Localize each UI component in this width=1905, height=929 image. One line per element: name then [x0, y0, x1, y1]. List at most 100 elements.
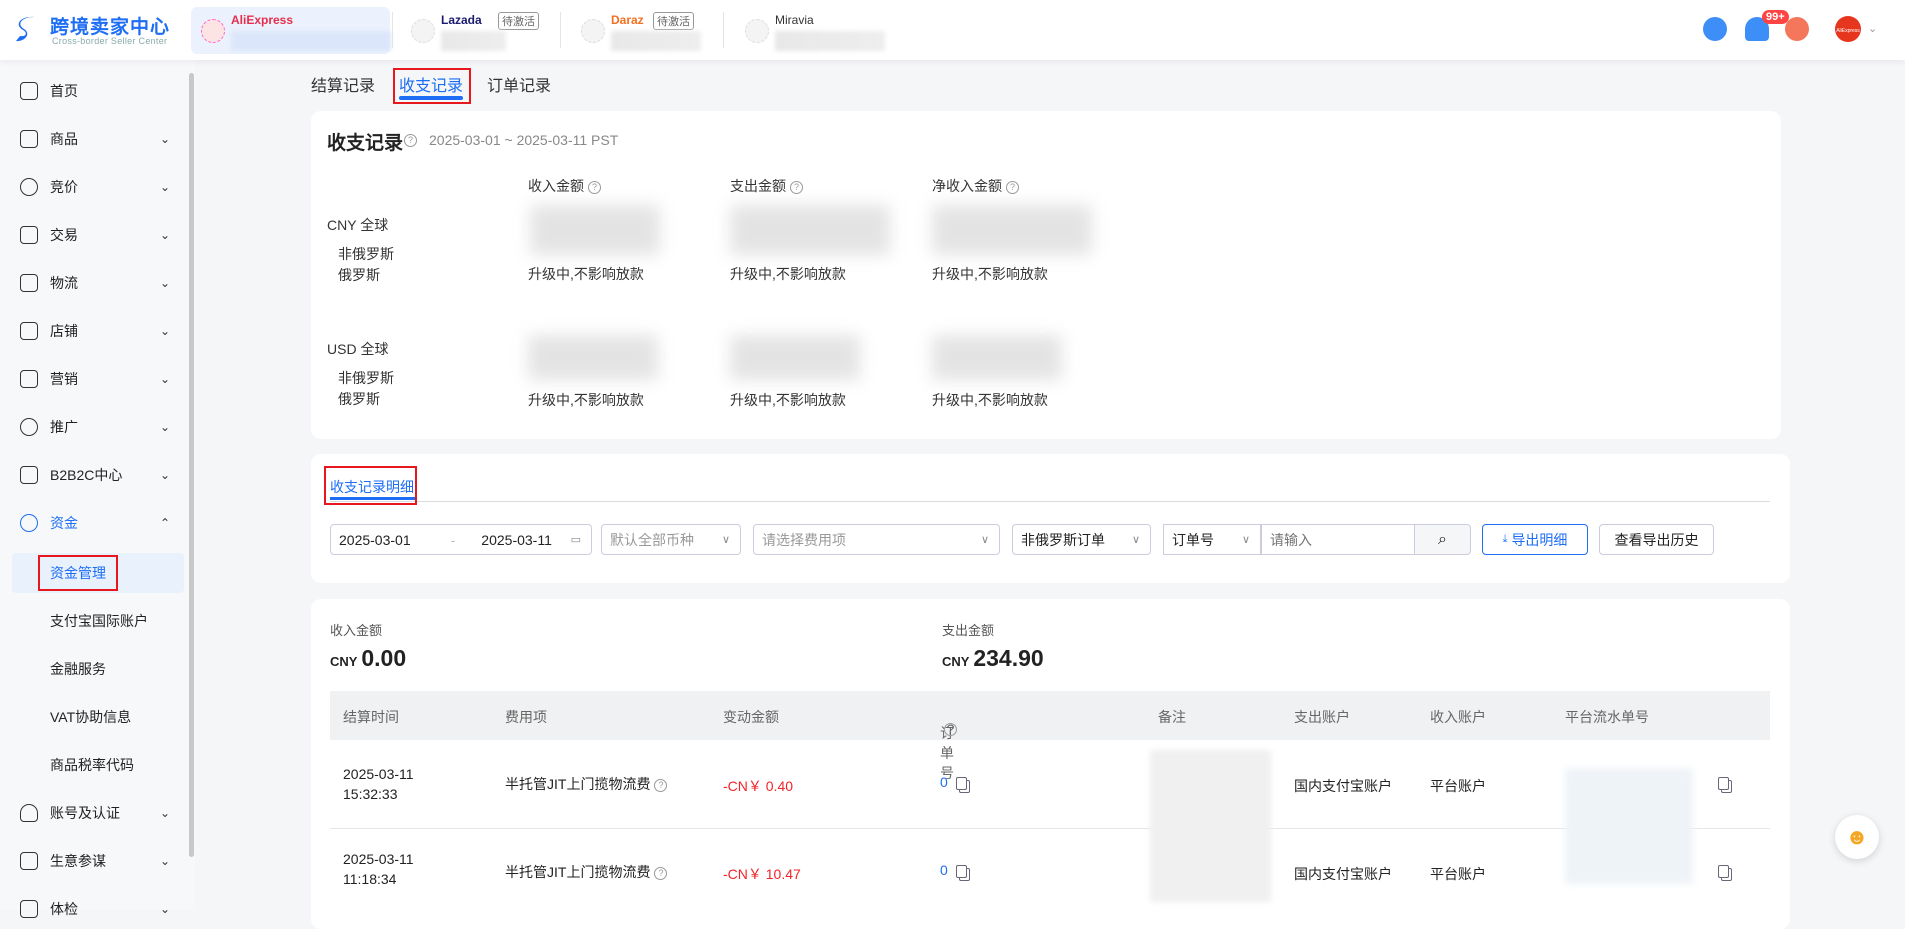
label: 首页: [50, 83, 78, 99]
shop-account-blurred: [441, 31, 506, 51]
chevron-down-icon: ⌄: [160, 324, 171, 338]
col-expense: 支出金额?: [730, 176, 803, 196]
payout-account: 国内支付宝账户: [1294, 778, 1392, 794]
shop-account-blurred: [775, 31, 885, 51]
header-cell: 支出账户: [1294, 709, 1350, 725]
tab-settlement[interactable]: 结算记录: [311, 72, 375, 96]
table-row: 2025-03-11 15:32:33 半托管JIT上门揽物流费? -CN￥ 0.…: [330, 740, 1770, 829]
status-text: 升级中,不影响放款: [528, 266, 644, 282]
value: 0.00: [361, 645, 407, 671]
header-cell: 平台流水单号: [1565, 709, 1649, 725]
copy-icon[interactable]: [1718, 776, 1729, 790]
help-icon[interactable]: ?: [944, 722, 957, 736]
sidebar-item-finance[interactable]: 金融服务: [0, 649, 190, 689]
value: 234.90: [973, 645, 1044, 671]
shop-name: AliExpress: [231, 13, 294, 27]
shop-aliexpress[interactable]: AliExpress: [191, 7, 391, 54]
shop-lazada[interactable]: Lazada 待激活: [401, 7, 561, 54]
shop-miravia[interactable]: Miravia: [735, 7, 895, 54]
highlight-box: [38, 555, 118, 591]
income-account: 平台账户: [1430, 866, 1486, 882]
sidebar-item-vat[interactable]: VAT协助信息: [0, 697, 190, 737]
highlight-box: [324, 466, 417, 505]
region-select[interactable]: 非俄罗斯订单 ∨: [1012, 524, 1151, 555]
placeholder: 请选择费用项: [762, 531, 846, 548]
sidebar-item-checkup[interactable]: 体检 ⌄: [0, 889, 190, 929]
shop-daraz[interactable]: Daraz 待激活: [571, 7, 731, 54]
label: 店铺: [50, 323, 78, 339]
sidebar-item-promotion[interactable]: 推广 ⌄: [0, 407, 190, 447]
assistant-bot-icon[interactable]: ☻: [1835, 815, 1879, 859]
sidebar-item-store[interactable]: 店铺 ⌄: [0, 311, 190, 351]
sidebar-item-analytics[interactable]: 生意参谋 ⌄: [0, 841, 190, 881]
sidebar-item-tax-code[interactable]: 商品税率代码: [0, 745, 190, 785]
sidebar-item-trade[interactable]: 交易 ⌄: [0, 215, 190, 255]
copy-icon[interactable]: [955, 776, 967, 790]
date-range-picker[interactable]: 2025-03-01 - 2025-03-11 ▭: [330, 524, 592, 555]
sidebar-item-account[interactable]: 账号及认证 ⌄: [0, 793, 190, 833]
label: 商品税率代码: [50, 757, 134, 773]
sidebar-item-products[interactable]: 商品 ⌄: [0, 119, 190, 159]
copy-icon[interactable]: [955, 864, 967, 878]
chevron-down-icon[interactable]: ⌄: [1868, 22, 1877, 35]
chevron-up-icon: ⌃: [160, 516, 171, 530]
currency-select[interactable]: 默认全部币种 ∨: [601, 524, 741, 555]
table-row: 2025-03-11 11:18:34 半托管JIT上门揽物流费? -CN￥ 10…: [330, 829, 1770, 918]
placeholder: 默认全部币种: [610, 531, 694, 548]
avatar[interactable]: AliExpress: [1835, 16, 1861, 42]
sidebar-scrollbar[interactable]: [189, 73, 194, 857]
tab-orders[interactable]: 订单记录: [487, 72, 551, 96]
time: 15:32:33: [343, 786, 398, 802]
sidebar-item-funds[interactable]: 资金 ⌃: [0, 503, 190, 543]
chevron-down-icon: ∨: [1241, 534, 1250, 546]
dollar-icon: [20, 514, 38, 532]
shop-name: Miravia: [775, 13, 814, 27]
home-icon: [20, 82, 38, 100]
sidebar-item-logistics[interactable]: 物流 ⌄: [0, 263, 190, 303]
chevron-down-icon: ∨: [980, 534, 989, 546]
help-icon[interactable]: ?: [404, 134, 417, 147]
search-type-select[interactable]: 订单号 ∨: [1163, 524, 1261, 555]
sidebar-item-alipay-intl[interactable]: 支付宝国际账户: [0, 601, 190, 641]
label: 交易: [50, 227, 78, 243]
label: 支付宝国际账户: [50, 613, 148, 629]
store-icon: [581, 19, 605, 43]
search-button[interactable]: ⌕: [1414, 524, 1471, 555]
sidebar-item-marketing[interactable]: 营销 ⌄: [0, 359, 190, 399]
chevron-down-icon: ⌄: [160, 902, 171, 916]
copy-icon[interactable]: [1718, 864, 1729, 878]
blurred-value: [530, 205, 660, 255]
fee-type-select[interactable]: 请选择费用项 ∨: [753, 524, 1000, 555]
bag-icon: [20, 130, 38, 148]
sidebar-item-home[interactable]: 首页: [0, 71, 190, 111]
help-icon[interactable]: ?: [588, 180, 601, 194]
blurred-value: [932, 335, 1062, 380]
calendar-icon: ▭: [570, 534, 581, 546]
planet-icon[interactable]: [1785, 17, 1809, 41]
order-number[interactable]: 0: [940, 862, 948, 878]
income-total: CNY 0.00: [330, 645, 406, 672]
box-icon: [20, 274, 38, 292]
sidebar-item-b2b2c[interactable]: B2B2C中心 ⌄: [0, 455, 190, 495]
help-icon[interactable]: ?: [1006, 180, 1019, 194]
help-icon[interactable]: ?: [654, 866, 668, 880]
logo-icon: [16, 16, 34, 42]
sidebar-item-bidding[interactable]: 竞价 ⌄: [0, 167, 190, 207]
value: 非俄罗斯订单: [1021, 531, 1105, 548]
export-button[interactable]: ⤓ 导出明细: [1482, 524, 1588, 555]
order-number[interactable]: 0: [940, 774, 948, 790]
sub-label: 俄罗斯: [338, 267, 380, 283]
value: 订单号: [1172, 531, 1214, 548]
store-icon: [411, 19, 435, 43]
search-input[interactable]: [1261, 524, 1415, 555]
divider: [330, 501, 1770, 502]
label: 收入金额: [528, 178, 584, 194]
label: 体检: [50, 901, 78, 917]
chat-icon[interactable]: [1703, 17, 1727, 41]
help-icon[interactable]: ?: [790, 180, 803, 194]
chevron-down-icon: ⌄: [160, 854, 171, 868]
search-icon: ⌕: [1438, 530, 1447, 548]
export-history-button[interactable]: 查看导出历史: [1599, 524, 1714, 555]
help-icon[interactable]: ?: [654, 778, 668, 792]
chevron-down-icon: ⌄: [160, 132, 171, 146]
